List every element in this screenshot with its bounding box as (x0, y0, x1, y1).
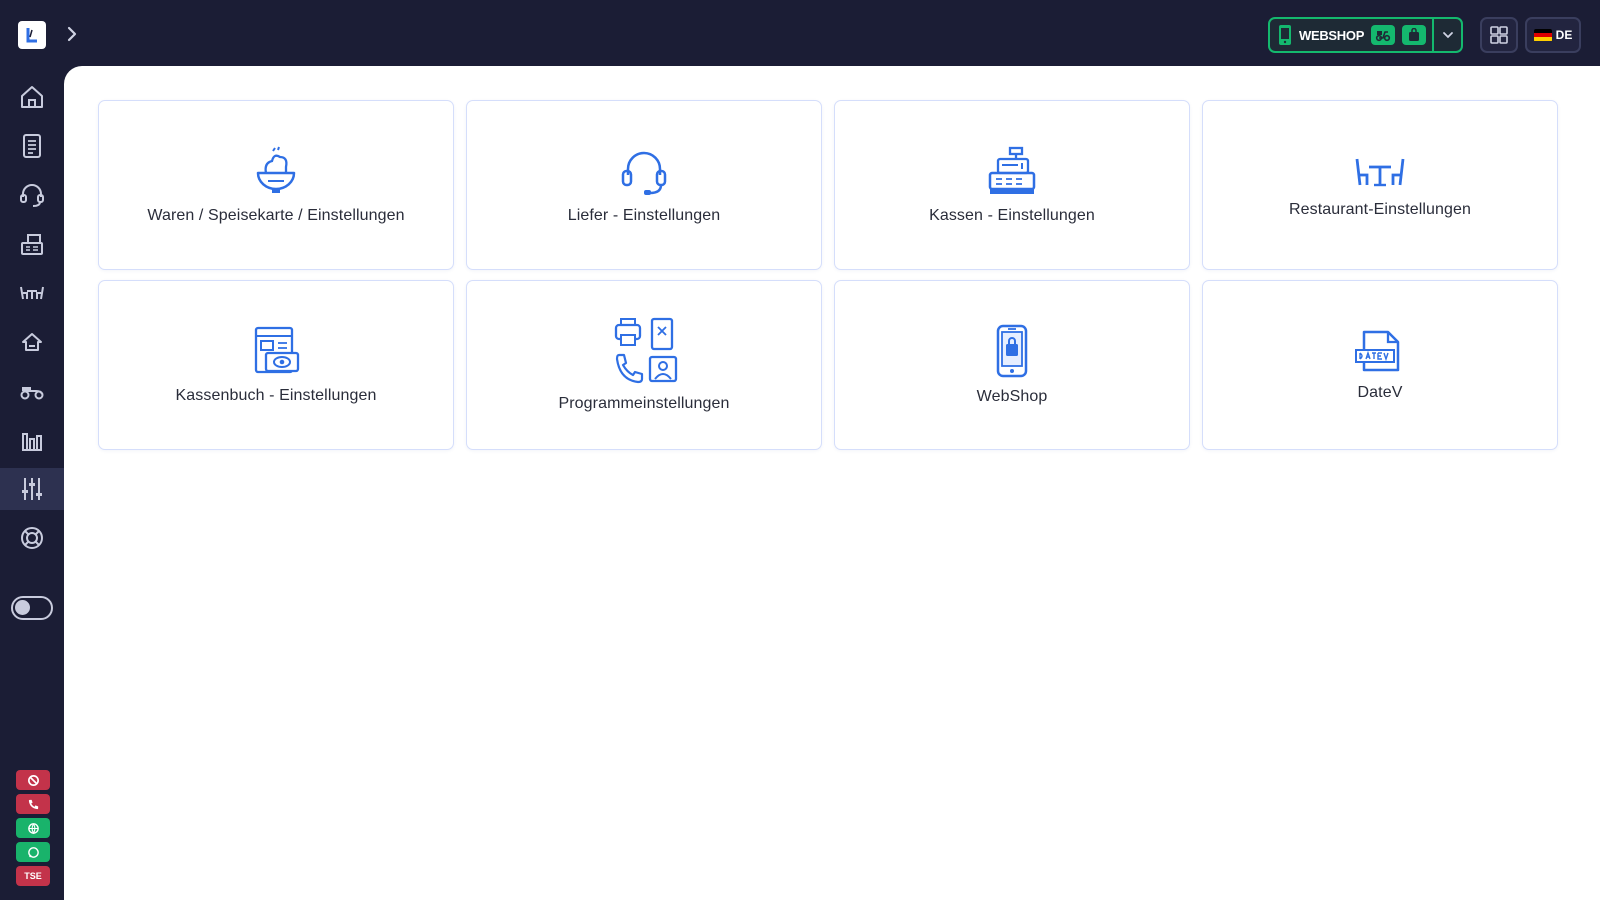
tile-delivery-settings[interactable]: Liefer - Einstellungen (466, 100, 822, 270)
chevron-down-icon (1442, 32, 1453, 39)
german-flag-icon (1533, 28, 1552, 42)
language-selector[interactable]: DE (1525, 17, 1581, 53)
tile-cashbook-settings[interactable]: Kassenbuch - Einstellungen (98, 280, 454, 450)
tile-label: Restaurant-Einstellungen (1288, 201, 1472, 218)
tile-restaurant-settings[interactable]: Restaurant-Einstellungen (1202, 100, 1558, 270)
mode-toggle[interactable] (11, 596, 53, 620)
grid-icon (1490, 26, 1508, 44)
food-bowl-icon (256, 146, 296, 193)
lifebuoy-icon (21, 527, 43, 549)
shopping-bag-icon (1409, 28, 1420, 41)
blocked-icon (27, 774, 39, 786)
tile-products-menu-settings[interactable]: Waren / Speisekarte / Einstellungen (98, 100, 454, 270)
cash-register-icon (21, 234, 43, 255)
layout-grid-button[interactable] (1480, 17, 1518, 53)
sidebar-item-cash-register[interactable] (0, 223, 64, 265)
chat-icon (27, 846, 39, 858)
pickup-badge (1402, 25, 1427, 45)
globe-icon (27, 822, 39, 834)
webshop-dropdown-toggle[interactable] (1434, 19, 1461, 51)
phone-icon (28, 799, 38, 809)
datev-file-icon (1355, 330, 1400, 372)
sidebar-item-settings[interactable] (0, 468, 64, 510)
status-indicators: TSE (16, 770, 50, 890)
tile-datev[interactable]: DateV (1202, 280, 1558, 450)
cash-register-icon (988, 146, 1036, 194)
scooter-icon (1375, 31, 1391, 42)
sidebar-item-support[interactable] (0, 174, 64, 216)
sidebar-item-menu[interactable] (0, 321, 64, 363)
tile-webshop[interactable]: WebShop (834, 280, 1190, 450)
blocked-status[interactable] (16, 770, 50, 790)
tile-label: Programmeinstellungen (558, 395, 730, 412)
home-icon (21, 86, 43, 108)
tile-label: Kassenbuch - Einstellungen (175, 387, 377, 404)
tile-label: Waren / Speisekarte / Einstellungen (147, 207, 405, 224)
chat-status[interactable] (16, 842, 50, 862)
main-content: Waren / Speisekarte / Einstellungen Lief… (64, 66, 1600, 900)
sidebar-item-help[interactable] (0, 517, 64, 559)
food-dome-icon (22, 333, 42, 351)
dining-table-icon (1355, 158, 1405, 187)
sidebar: TSE (0, 66, 64, 900)
headset-icon (621, 151, 667, 195)
mobile-shop-icon (996, 324, 1028, 378)
tile-program-settings[interactable]: Programmeinstellungen (466, 280, 822, 450)
webshop-status-button[interactable]: WEBSHOP (1268, 17, 1463, 53)
tile-label: Kassen - Einstellungen (929, 207, 1095, 224)
online-status[interactable] (16, 818, 50, 838)
logo-icon (26, 28, 37, 43)
sidebar-item-statistics[interactable] (0, 419, 64, 461)
settings-tile-grid: Waren / Speisekarte / Einstellungen Lief… (98, 100, 1558, 450)
phone-device-icon (1279, 25, 1291, 45)
chevron-right-icon[interactable] (62, 24, 82, 44)
tile-label: WebShop (976, 388, 1048, 405)
tile-label: DateV (1357, 384, 1403, 401)
bar-chart-icon (22, 433, 42, 451)
toggle-knob (15, 600, 30, 615)
webshop-status-label: WEBSHOP (1299, 27, 1365, 43)
tse-status[interactable]: TSE (16, 866, 50, 886)
dining-table-icon (20, 286, 44, 300)
language-code: DE (1555, 28, 1573, 42)
sliders-icon (22, 478, 42, 500)
scooter-icon (20, 387, 44, 400)
delivery-badge (1371, 25, 1396, 45)
cashbook-icon (254, 326, 300, 374)
sidebar-item-delivery[interactable] (0, 370, 64, 412)
app-logo[interactable] (18, 21, 46, 49)
top-bar: WEBSHOP DE (0, 0, 1600, 66)
webshop-status-main[interactable]: WEBSHOP (1270, 19, 1435, 51)
tile-register-settings[interactable]: Kassen - Einstellungen (834, 100, 1190, 270)
document-icon (23, 134, 41, 158)
sidebar-item-documents[interactable] (0, 125, 64, 167)
phone-status[interactable] (16, 794, 50, 814)
devices-icon (614, 317, 678, 384)
tile-label: Liefer - Einstellungen (567, 207, 721, 224)
headset-icon (20, 184, 44, 207)
sidebar-item-home[interactable] (0, 76, 64, 118)
sidebar-item-restaurant[interactable] (0, 272, 64, 314)
